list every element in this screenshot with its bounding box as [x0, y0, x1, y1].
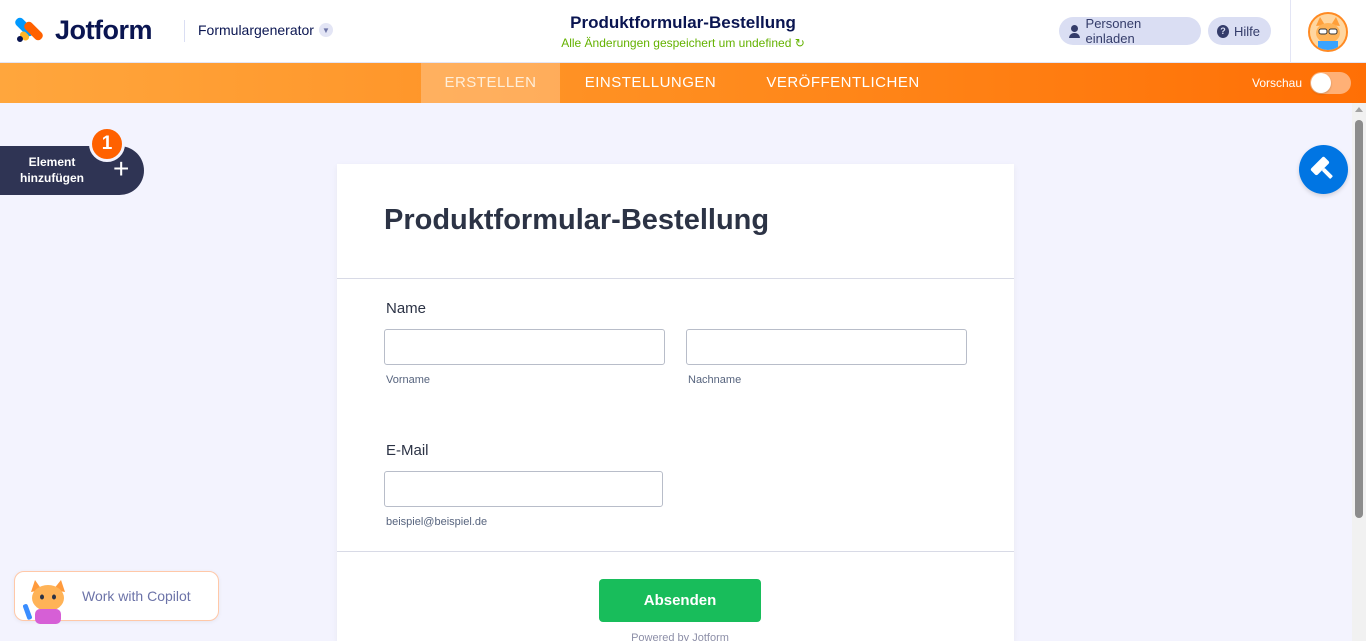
copilot-button[interactable]: Work with Copilot: [14, 571, 219, 624]
help-button[interactable]: ? Hilfe: [1208, 17, 1271, 45]
last-name-input[interactable]: [686, 329, 967, 365]
header-divider: [184, 20, 185, 42]
user-avatar[interactable]: [1308, 12, 1348, 52]
chevron-down-icon: ▼: [318, 23, 333, 37]
person-icon: [1068, 24, 1081, 38]
preview-label: Vorschau: [1252, 76, 1303, 90]
email-sublabel: beispiel@beispiel.de: [386, 516, 488, 528]
copilot-mascot-icon: [23, 580, 65, 624]
form-title[interactable]: Produktformular-Bestellung: [483, 13, 883, 33]
first-name-input[interactable]: [384, 329, 665, 365]
header-divider-line: [337, 278, 1014, 279]
form-designer-button[interactable]: [1299, 145, 1348, 194]
avatar-divider: [1290, 0, 1291, 63]
tab-publish[interactable]: VERÖFFENTLICHEN: [741, 63, 945, 103]
submit-button[interactable]: Absenden: [599, 579, 761, 622]
tab-settings[interactable]: EINSTELLUNGEN: [560, 63, 741, 103]
jotform-logo[interactable]: Jotform: [13, 14, 153, 46]
save-status-text: Alle Änderungen gespeichert um undefined: [561, 36, 792, 50]
help-icon: ?: [1217, 24, 1229, 38]
builder-navbar: ERSTELLEN EINSTELLUNGEN VERÖFFENTLICHEN …: [0, 63, 1366, 103]
builder-menu-label: Formulargenerator: [198, 22, 314, 38]
jotform-logo-icon: [13, 16, 45, 44]
toggle-knob: [1311, 73, 1331, 93]
last-name-sublabel: Nachname: [688, 374, 742, 386]
email-input[interactable]: [384, 471, 663, 507]
powered-by: Powered by Jotform: [631, 632, 729, 641]
builder-menu-dropdown[interactable]: Formulargenerator ▼: [198, 22, 333, 38]
scrollbar-thumb[interactable]: [1355, 120, 1363, 518]
form-title-area: Produktformular-Bestellung Alle Änderung…: [483, 13, 883, 50]
refresh-icon[interactable]: ↻: [795, 36, 805, 50]
logo-text: Jotform: [55, 14, 153, 45]
notification-badge: 1: [89, 126, 125, 162]
invite-label: Personen einladen: [1085, 16, 1142, 46]
form-card: Produktformular-Bestellung Name Vorname …: [337, 164, 1014, 641]
first-name-sublabel: Vorname: [386, 374, 431, 386]
add-element-label: Element hinzufügen: [20, 155, 84, 185]
scroll-up-arrow[interactable]: [1355, 107, 1363, 112]
form-heading[interactable]: Produktformular-Bestellung: [384, 204, 769, 237]
submit-divider-line: [337, 551, 1014, 552]
tab-create[interactable]: ERSTELLEN: [421, 63, 560, 103]
email-label[interactable]: E-Mail: [386, 442, 429, 459]
name-label[interactable]: Name: [386, 300, 426, 317]
help-label: Hilfe: [1233, 23, 1260, 39]
invite-people-button[interactable]: Personen einladen: [1059, 16, 1201, 46]
preview-toggle[interactable]: [1310, 72, 1351, 94]
save-status: Alle Änderungen gespeichert um undefined…: [483, 36, 883, 50]
add-element-button[interactable]: Element hinzufügen +: [0, 146, 144, 195]
paint-roller-icon: [1310, 156, 1333, 179]
copilot-label: Work with Copilot: [82, 588, 191, 604]
top-header: Jotform Formulargenerator ▼ Produktformu…: [0, 0, 1366, 63]
